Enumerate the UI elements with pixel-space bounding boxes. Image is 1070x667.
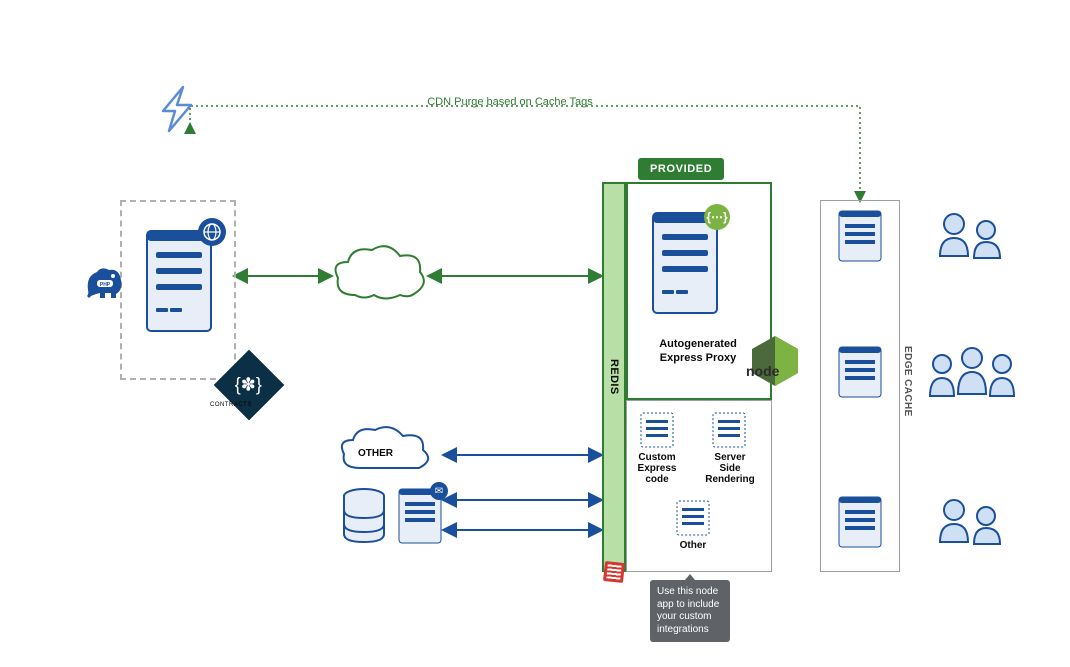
other-cloud-label: OTHER — [358, 448, 393, 460]
origin-server-icon — [144, 228, 214, 338]
database-icon — [340, 488, 388, 546]
architecture-diagram: CDN Purge based on Cache Tags PHP {✽} CO… — [0, 0, 1070, 667]
custom-express-server-icon — [640, 412, 674, 448]
php-elephant-icon: PHP — [83, 260, 125, 302]
nodejs-icon — [746, 332, 804, 390]
users-group-mid-icon — [922, 344, 1022, 408]
edge-server-top-icon — [838, 210, 882, 262]
custom-integrations-tooltip: Use this node app to include your custom… — [650, 580, 730, 642]
network-cloud-icon — [330, 240, 430, 310]
proxy-label-2: Express Proxy — [634, 352, 762, 365]
mail-icon: ✉ — [430, 482, 448, 500]
ssr-l3: Rendering — [702, 474, 758, 486]
provided-badge: PROVIDED — [638, 158, 724, 180]
svg-text:PHP: PHP — [100, 282, 111, 288]
swagger-contracts-label: CONTRACTS — [210, 402, 252, 408]
proxy-label-1: Autogenerated — [634, 338, 762, 351]
ssr-server-icon — [712, 412, 746, 448]
users-group-bot-icon — [930, 494, 1012, 550]
redis-label: REDIS — [608, 359, 620, 395]
edge-server-bot-icon — [838, 496, 882, 548]
redis-logo-icon — [603, 561, 625, 583]
lightning-icon — [155, 85, 200, 135]
globe-icon — [198, 218, 226, 246]
other-block-label: Other — [666, 540, 720, 552]
edge-server-mid-icon — [838, 346, 882, 398]
custom-express-l3: code — [632, 474, 682, 486]
users-group-top-icon — [930, 208, 1012, 264]
provided-code-badge-icon: {⋯} — [704, 204, 730, 230]
edge-cache-label: EDGE CACHE — [902, 346, 913, 417]
redis-strip: REDIS — [602, 182, 626, 572]
other-server-icon — [676, 500, 710, 536]
cdn-purge-label: CDN Purge based on Cache Tags — [400, 96, 620, 108]
nodejs-label: node — [746, 363, 779, 379]
